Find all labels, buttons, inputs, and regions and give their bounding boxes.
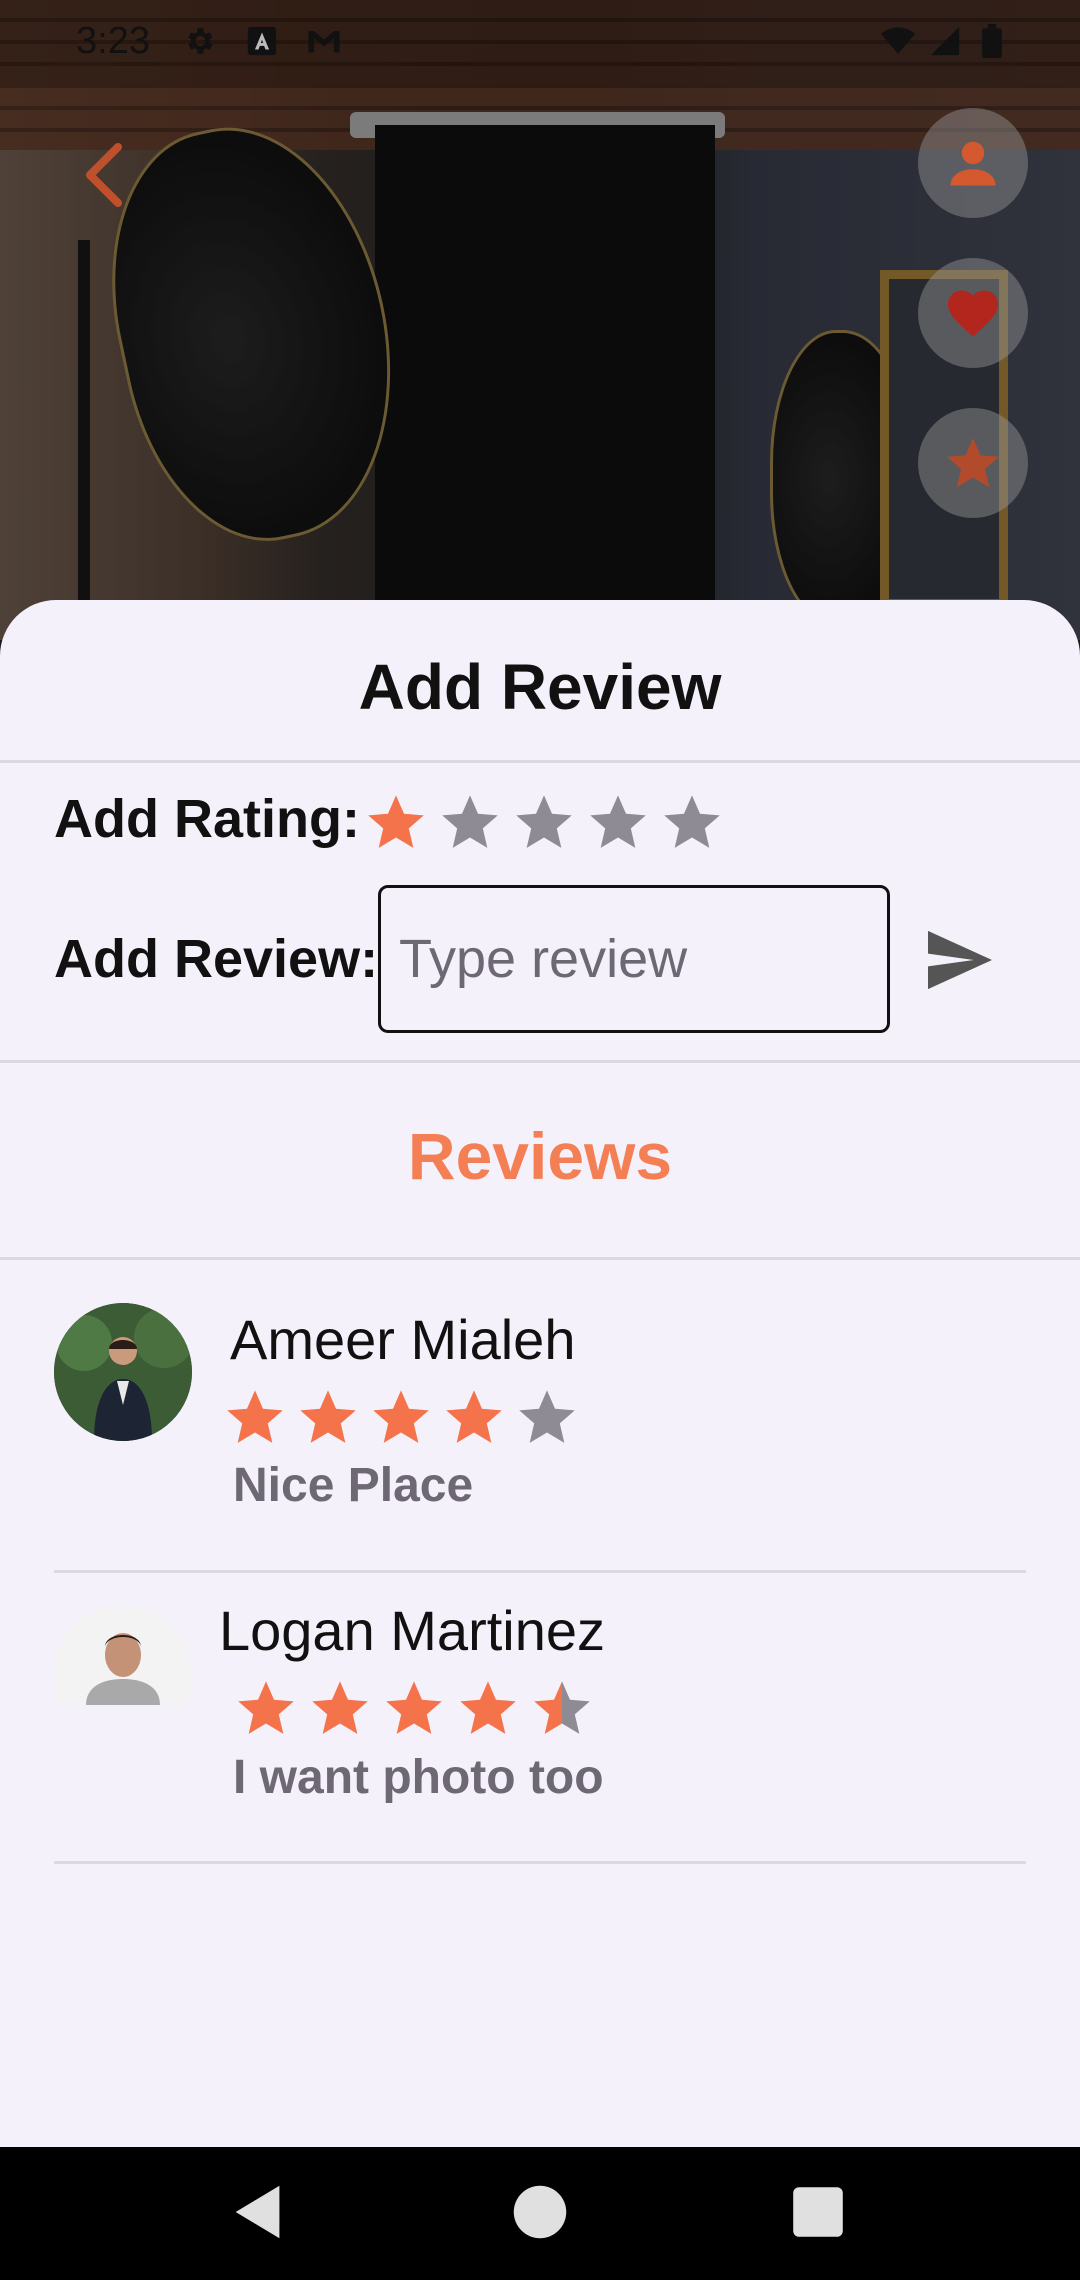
star-icon [369,1385,433,1449]
navigation-bar [0,2147,1080,2280]
signal-icon [928,24,962,58]
back-icon [86,143,122,207]
divider [0,760,1080,763]
battery-icon [975,24,1009,58]
divider [54,1861,1026,1864]
rating-star[interactable] [512,790,576,854]
star-icon [234,1676,298,1740]
nav-back-button[interactable] [224,2177,294,2247]
send-button[interactable] [925,928,995,992]
rating-star[interactable] [364,790,428,854]
rating-star[interactable] [660,790,724,854]
star-icon [296,1385,360,1449]
avatar [54,1605,192,1743]
gmail-icon [305,24,340,58]
reviews-heading: Reviews [407,1119,673,1193]
star-icon [530,1676,594,1740]
sheet-title: Add Review [358,651,722,723]
reviewer-name: Logan Martinez [219,1599,606,1662]
rating-star[interactable] [586,790,650,854]
avatar [54,1303,192,1441]
divider [0,1257,1080,1260]
nav-recents-button[interactable] [783,2177,853,2247]
add-rating-label: Add Rating: [54,789,360,849]
rating-star[interactable] [438,790,502,854]
send-icon [928,930,992,990]
settings-icon [182,24,216,58]
star-icon [456,1676,520,1740]
status-time: 3:23 [76,20,150,62]
reviewer-name: Ameer Mialeh [230,1308,576,1371]
profile-button[interactable] [918,108,1028,218]
star-icon [442,1385,506,1449]
nav-home-button[interactable] [505,2177,575,2247]
review-text: Nice Place [233,1459,474,1512]
divider [0,1060,1080,1063]
review-text: I want photo too [233,1751,604,1804]
star-icon [308,1676,372,1740]
add-review-label: Add Review: [54,929,379,989]
favorite-button[interactable] [918,258,1028,368]
star-icon [515,1385,579,1449]
back-button[interactable] [68,135,138,215]
star-icon [947,438,999,488]
a-icon [245,24,279,58]
rate-button[interactable] [918,408,1028,518]
divider [54,1570,1026,1573]
nav-back-icon [235,2185,280,2239]
heart-icon [948,290,998,337]
review-sheet: Add Review Add Rating: Add Review: Revie… [0,600,1080,2147]
profile-icon [950,141,996,186]
star-icon [223,1385,287,1449]
nav-recents-icon [793,2187,843,2237]
status-bar: 3:23 [0,0,1080,84]
wifi-icon [880,24,915,58]
nav-home-icon [513,2185,567,2239]
review-input[interactable] [378,885,890,1033]
star-icon [382,1676,446,1740]
